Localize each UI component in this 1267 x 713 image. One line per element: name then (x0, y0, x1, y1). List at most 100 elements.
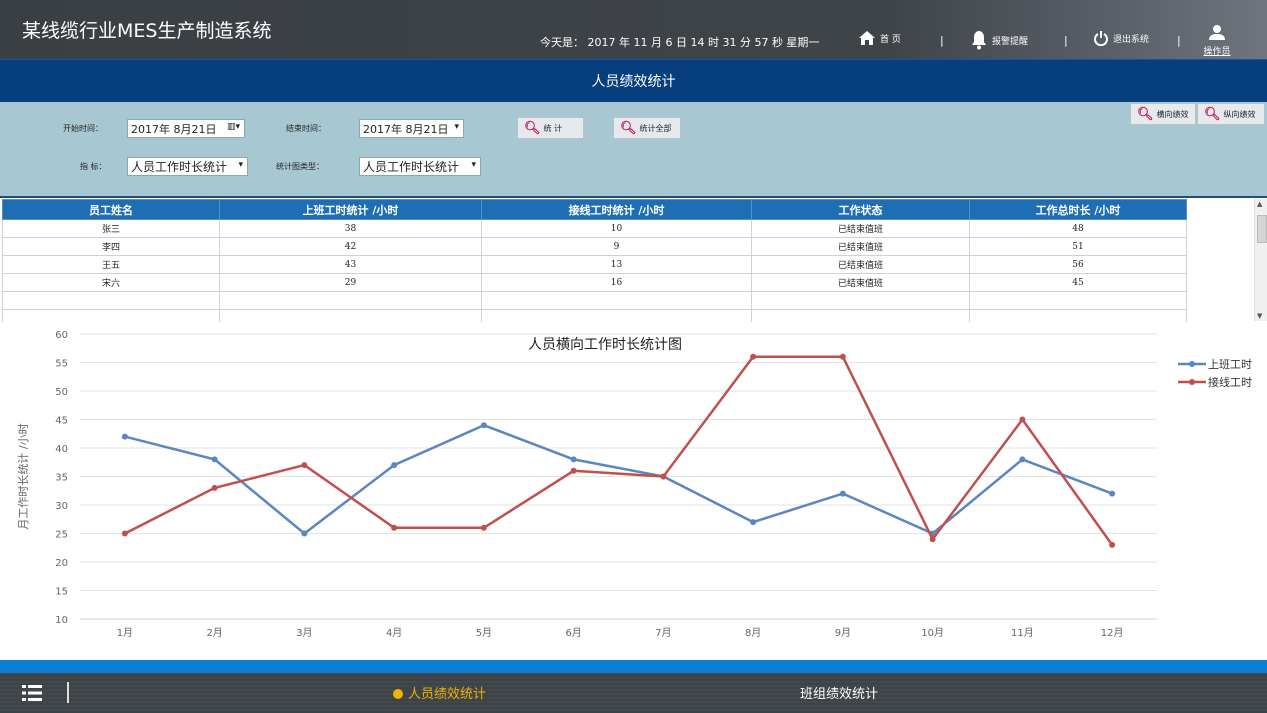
x-tick-label: 11月 (1011, 627, 1034, 639)
nav-logout[interactable]: 退出系统 (1093, 30, 1149, 46)
x-tick-label: 6月 (565, 627, 581, 639)
indicator-select[interactable]: 人员工作时长统计 ▾ (127, 157, 248, 176)
series-line (124, 423, 1113, 536)
start-date-picker[interactable]: 2017年 8月21日 ▥▾ (127, 119, 245, 138)
nav-home-label: 首 页 (880, 34, 901, 45)
cell-employee-name (2, 291, 220, 310)
table-row[interactable] (2, 291, 1187, 310)
data-point (301, 462, 308, 469)
data-point (570, 467, 577, 474)
table-row[interactable]: 宋六 29 16 已结束值班 45 (2, 273, 1187, 292)
user-icon (1209, 25, 1225, 40)
nav-divider: | (1064, 34, 1068, 47)
y-tick-label: 40 (55, 444, 68, 455)
cell-wiring-hours: 10 (481, 219, 752, 238)
x-tick-label: 8月 (745, 627, 761, 639)
x-tick-label: 3月 (296, 627, 312, 639)
y-tick-label: 45 (55, 416, 68, 427)
data-point (839, 353, 846, 360)
chart-area: 10 15 20 25 30 35 40 45 50 55 60 1月 2月 3月 4月 5月 6月 7月 8月 9月… (2, 322, 1265, 660)
table-row[interactable]: 张三 38 10 已结束值班 48 (2, 219, 1187, 238)
start-time-label: 开始时间： (63, 124, 103, 133)
home-icon (859, 31, 875, 45)
table-scrollbar[interactable]: ▲ ▼ (1254, 199, 1267, 321)
scroll-up-icon[interactable]: ▲ (1257, 200, 1262, 208)
y-tick-label: 25 (55, 530, 68, 541)
x-tick-label: 4月 (386, 627, 402, 639)
current-datetime: 今天是： 2017 年 11 月 6 日 14 时 31 分 57 秒 星期一 (540, 36, 820, 49)
search-icon: 🔍︎ (1137, 106, 1154, 122)
nav-home[interactable]: 首 页 (858, 30, 901, 46)
legend-marker (1189, 379, 1195, 385)
cell-work-status: 已结束值班 (751, 219, 970, 238)
cell-shift-hours (219, 291, 482, 310)
y-tick-label: 15 (55, 587, 68, 598)
tab-personnel-performance[interactable]: 人员绩效统计 (393, 683, 486, 702)
table-row[interactable]: 王五 43 13 已结束值班 56 (2, 255, 1187, 274)
menu-icon[interactable] (22, 683, 44, 703)
y-tick-label: 10 (55, 615, 68, 626)
vertical-performance-button[interactable]: 🔍︎ 纵向绩效 (1197, 103, 1265, 125)
chart-type-select[interactable]: 人员工作时长统计 ▾ (359, 157, 481, 176)
data-point (121, 433, 128, 440)
chart-type-label: 统计图类型： (276, 162, 324, 171)
data-point (839, 490, 846, 497)
app-title: 某线缆行业MES生产制造系统 (22, 20, 272, 42)
column-header[interactable]: 上班工时统计 /小时 (219, 199, 482, 220)
legend-label: 接线工时 (1208, 375, 1252, 389)
data-point (480, 524, 487, 531)
column-header[interactable]: 接线工时统计 /小时 (481, 199, 752, 220)
stat-button[interactable]: 🔍︎ 统 计 (517, 117, 584, 139)
nav-divider: | (940, 34, 944, 47)
legend-marker (1189, 361, 1195, 367)
horizontal-performance-button[interactable]: 🔍︎ 横向绩效 (1130, 103, 1196, 125)
data-point (211, 456, 218, 463)
operator-label: 操作员 (1203, 47, 1231, 57)
x-tick-label: 5月 (476, 627, 492, 639)
data-point (660, 473, 667, 480)
performance-table: 员工姓名 上班工时统计 /小时 接线工时统计 /小时 工作状态 工作总时长 /小… (2, 199, 1187, 328)
horizontal-button-label: 横向绩效 (1156, 109, 1189, 119)
data-point (391, 524, 398, 531)
scroll-down-icon[interactable]: ▼ (1257, 312, 1262, 320)
stat-all-button-label: 统计全部 (639, 123, 672, 133)
calendar-icon: ▥▾ (226, 122, 240, 132)
cell-employee-name: 王五 (2, 255, 220, 274)
footer-bar: 人员绩效统计 班组绩效统计 (0, 673, 1267, 713)
column-header[interactable]: 工作状态 (751, 199, 970, 220)
data-point (1109, 490, 1116, 497)
cell-wiring-hours: 16 (481, 273, 752, 292)
scroll-thumb[interactable] (1257, 215, 1267, 243)
cell-work-status: 已结束值班 (751, 255, 970, 274)
nav-logout-label: 退出系统 (1113, 34, 1150, 45)
legend-label: 上班工时 (1208, 358, 1252, 371)
table-row[interactable]: 李四 42 9 已结束值班 51 (2, 237, 1187, 256)
chevron-down-icon: ▾ (238, 160, 243, 170)
data-table-container: 员工姓名 上班工时统计 /小时 接线工时统计 /小时 工作状态 工作总时长 /小… (2, 199, 1267, 328)
data-point (750, 353, 757, 360)
nav-alarm[interactable]: 报警提醒 (970, 30, 1028, 50)
x-tick-label: 1月 (117, 627, 133, 639)
chevron-down-icon: ▾ (454, 122, 459, 132)
cell-employee-name: 宋六 (2, 273, 220, 292)
cell-work-status: 已结束值班 (751, 237, 970, 256)
search-icon: 🔍︎ (524, 120, 541, 136)
end-date-picker[interactable]: 2017年 8月21日 ▾ (359, 119, 464, 138)
cell-wiring-hours: 13 (481, 255, 752, 274)
data-point (301, 530, 308, 537)
column-header[interactable]: 工作总时长 /小时 (969, 199, 1187, 220)
data-point (929, 536, 936, 543)
tab-team-performance[interactable]: 班组绩效统计 (800, 683, 878, 702)
x-tick-label: 7月 (655, 627, 671, 639)
chart-type-value: 人员工作时长统计 (363, 160, 460, 174)
column-header[interactable]: 员工姓名 (2, 199, 220, 220)
cell-total-hours: 45 (969, 273, 1187, 292)
data-point (391, 462, 398, 469)
cell-shift-hours: 38 (219, 219, 482, 238)
operator-menu[interactable]: 操作员 (1200, 24, 1234, 57)
y-tick-label: 35 (55, 473, 68, 484)
filter-panel: 开始时间： 2017年 8月21日 ▥▾ 结束时间： 2017年 8月21日 ▾… (0, 102, 1267, 198)
table-header-row: 员工姓名 上班工时统计 /小时 接线工时统计 /小时 工作状态 工作总时长 /小… (2, 199, 1187, 220)
stat-all-button[interactable]: 🔍︎ 统计全部 (613, 117, 681, 139)
line-chart: 10 15 20 25 30 35 40 45 50 55 60 1月 2月 3月 4月 5月 6月 7月 8月 9月… (17, 330, 1252, 639)
